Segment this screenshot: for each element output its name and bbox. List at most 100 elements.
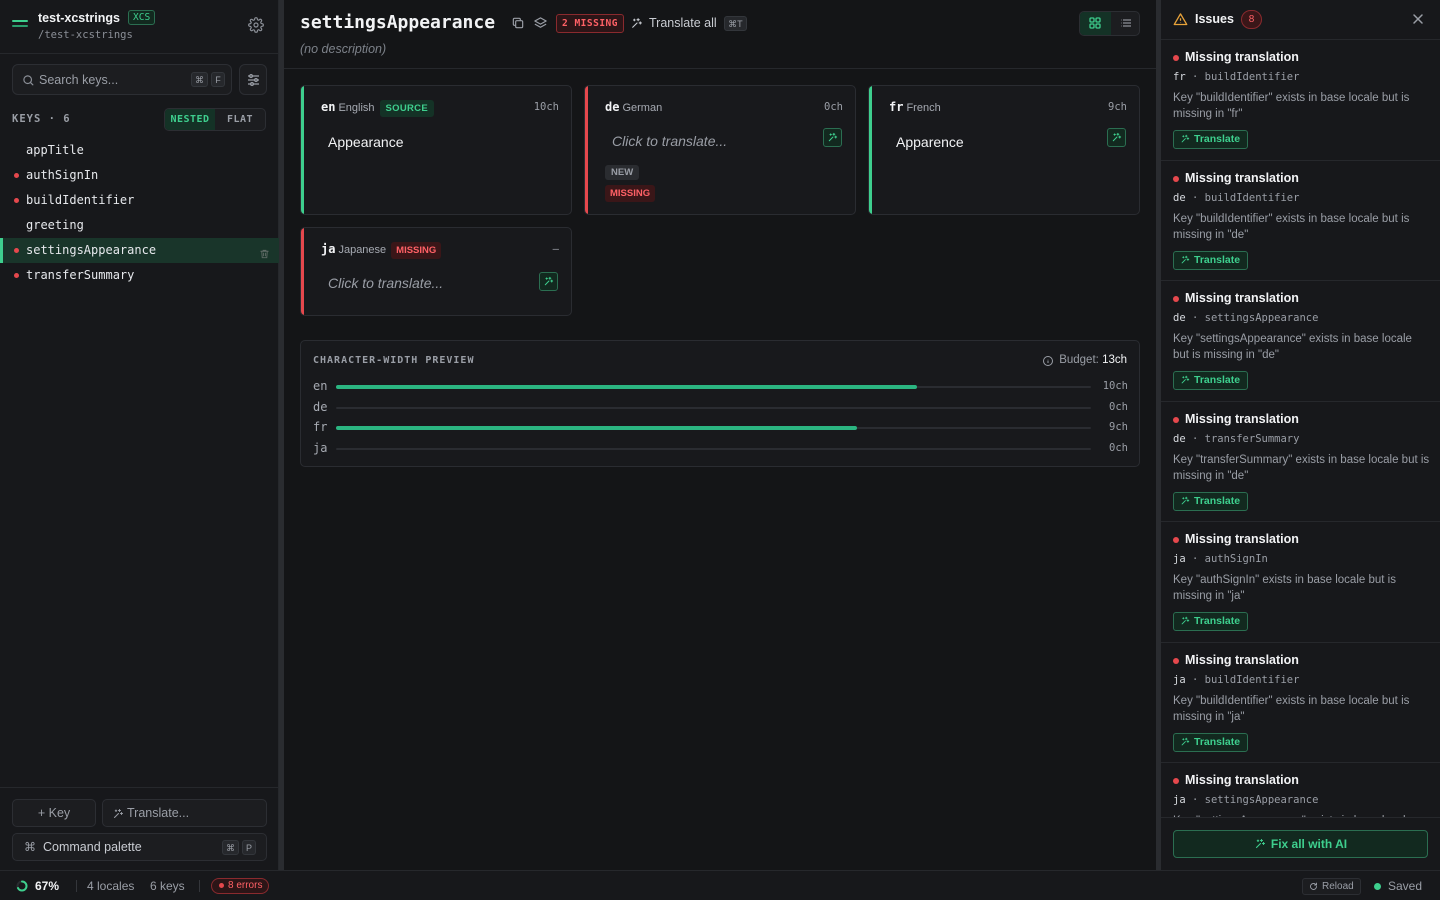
issue-translate-button[interactable]: Translate (1173, 612, 1249, 631)
reload-button[interactable]: Reload (1302, 878, 1361, 895)
issues-panel: Issues 8 Missing translation fr · buildId… (1161, 0, 1440, 870)
issue-locale: ja (1173, 553, 1186, 565)
locale-card-en: en English SOURCE 10ch Appearance (300, 85, 572, 215)
issue-item[interactable]: Missing translation ja · buildIdentifier K… (1161, 643, 1440, 763)
issue-item[interactable]: Missing translation ja · authSignIn Key "a… (1161, 522, 1440, 643)
key-list-item[interactable]: settingsAppearance (0, 238, 279, 263)
issue-meta-separator: · (1185, 673, 1205, 686)
preview-bar-fill (336, 385, 918, 389)
error-dot-icon (1173, 537, 1179, 543)
error-count-badge[interactable]: 8 errors (211, 878, 270, 894)
sparkle-icon (828, 132, 838, 142)
key-description[interactable]: (no description) (300, 42, 386, 56)
locale-code: de (605, 100, 620, 114)
locale-card-de: de German 0ch Click to translate... NEW M… (584, 85, 856, 215)
issue-translate-button[interactable]: Translate (1173, 732, 1249, 752)
key-list-item[interactable]: transferSummary (0, 263, 279, 288)
app-logo-icon (12, 20, 28, 30)
translation-placeholder[interactable]: Click to translate... (328, 275, 443, 291)
fix-all-label: Fix all with AI (1270, 837, 1348, 851)
issue-locale: de (1173, 191, 1186, 204)
issue-message: Key "buildIdentifier" exists in base loc… (1173, 694, 1410, 723)
issue-item[interactable]: Missing translation de · transferSummary K… (1161, 402, 1440, 522)
fix-all-with-ai-button[interactable]: Fix all with AI (1173, 830, 1428, 858)
key-list-item[interactable]: buildIdentifier (0, 188, 279, 213)
error-dot-icon (14, 173, 19, 178)
ai-translate-button[interactable] (1107, 128, 1126, 147)
key-list-item[interactable]: greeting (0, 213, 279, 238)
key-list-item[interactable]: authSignIn (0, 163, 279, 188)
locale-name: French (906, 102, 941, 114)
issues-title: Issues (1195, 12, 1234, 26)
save-status: Saved (1374, 879, 1422, 893)
locale-count: 4 locales (87, 879, 135, 893)
issue-key: authSignIn (1204, 553, 1268, 565)
translation-value[interactable]: Apparence (896, 134, 964, 150)
error-dot-icon (1173, 416, 1179, 423)
missing-count-badge: 2 MISSING (556, 14, 624, 33)
preview-row: fr 9ch (313, 420, 1128, 436)
settings-gear-icon[interactable] (248, 17, 264, 33)
issue-location: ja · settingsAppearance (1173, 794, 1318, 806)
issue-translate-button[interactable]: Translate (1173, 250, 1249, 270)
close-icon[interactable] (1412, 13, 1425, 26)
command-palette-button[interactable]: ⌘ Command palette ⌘ P (12, 833, 267, 861)
locale-status-stripe (869, 86, 872, 214)
reload-label: Reload (1322, 881, 1354, 892)
issue-item[interactable]: Missing translation ja · settingsAppearan… (1161, 763, 1440, 817)
search-shortcut: ⌘ F (191, 72, 225, 87)
sparkle-icon (1112, 132, 1122, 142)
translate-button[interactable]: Translate... (102, 799, 267, 827)
issue-item[interactable]: Missing translation fr · buildIdentifier K… (1161, 40, 1440, 161)
budget-label: Budget: (1059, 354, 1099, 366)
sparkle-icon (632, 18, 642, 28)
translation-value[interactable]: Appearance (328, 134, 404, 150)
warning-icon (1173, 12, 1188, 27)
error-dot-icon (1173, 296, 1179, 302)
issue-translate-button[interactable]: Translate (1173, 491, 1249, 511)
issue-locale: ja (1173, 673, 1186, 686)
keys-count-label: KEYS · 6 (12, 113, 71, 125)
layers-icon[interactable] (533, 16, 548, 31)
command-palette-label: Command palette (43, 840, 142, 854)
translation-placeholder[interactable]: Click to translate... (612, 133, 727, 149)
copy-icon[interactable] (511, 16, 526, 31)
reload-icon (1310, 882, 1317, 890)
sparkle-icon (114, 809, 123, 818)
preview-locale-code: en (313, 379, 328, 393)
filter-button[interactable] (239, 64, 267, 95)
char-count: 0ch (824, 101, 843, 113)
add-key-button[interactable]: + Key (12, 799, 96, 827)
project-path: /test-xcstrings (38, 29, 133, 41)
ai-translate-button[interactable] (539, 272, 558, 291)
issue-item[interactable]: Missing translation de · settingsAppearan… (1161, 281, 1440, 402)
issue-translate-button[interactable]: Translate (1173, 130, 1249, 149)
view-mode-nested[interactable]: NESTED (165, 109, 215, 130)
issue-translate-button[interactable]: Translate (1173, 371, 1249, 390)
issue-meta-separator: · (1185, 794, 1205, 806)
translate-all-button[interactable]: Translate all ⌘T (630, 14, 747, 33)
key-list-item[interactable]: appTitle (0, 138, 279, 163)
issue-key: buildIdentifier (1204, 191, 1300, 204)
preview-char-count: 0ch (1109, 400, 1128, 413)
issue-title: Missing translation (1185, 50, 1299, 64)
delete-key-trash-icon[interactable] (259, 244, 271, 259)
issue-locale: de (1173, 432, 1186, 445)
view-mode-flat[interactable]: FLAT (215, 109, 265, 130)
command-palette-shortcut: ⌘ P (222, 840, 257, 855)
preview-row: ja 0ch (313, 441, 1128, 457)
error-dot-icon (1173, 657, 1179, 664)
grid-view-icon[interactable] (1080, 12, 1111, 35)
issue-key: transferSummary (1204, 432, 1300, 445)
issue-translate-label: Translate (1194, 615, 1241, 627)
issue-title: Missing translation (1185, 532, 1299, 546)
ai-translate-button[interactable] (823, 128, 842, 147)
issue-translate-label: Translate (1194, 253, 1241, 266)
list-view-icon[interactable] (1111, 12, 1139, 35)
preview-bar-track (336, 406, 1091, 409)
search-input[interactable] (39, 71, 189, 89)
preview-locale-code: de (313, 399, 328, 414)
issue-item[interactable]: Missing translation de · buildIdentifier K… (1161, 161, 1440, 281)
search-icon (22, 74, 35, 87)
issue-locale: de (1173, 312, 1186, 324)
